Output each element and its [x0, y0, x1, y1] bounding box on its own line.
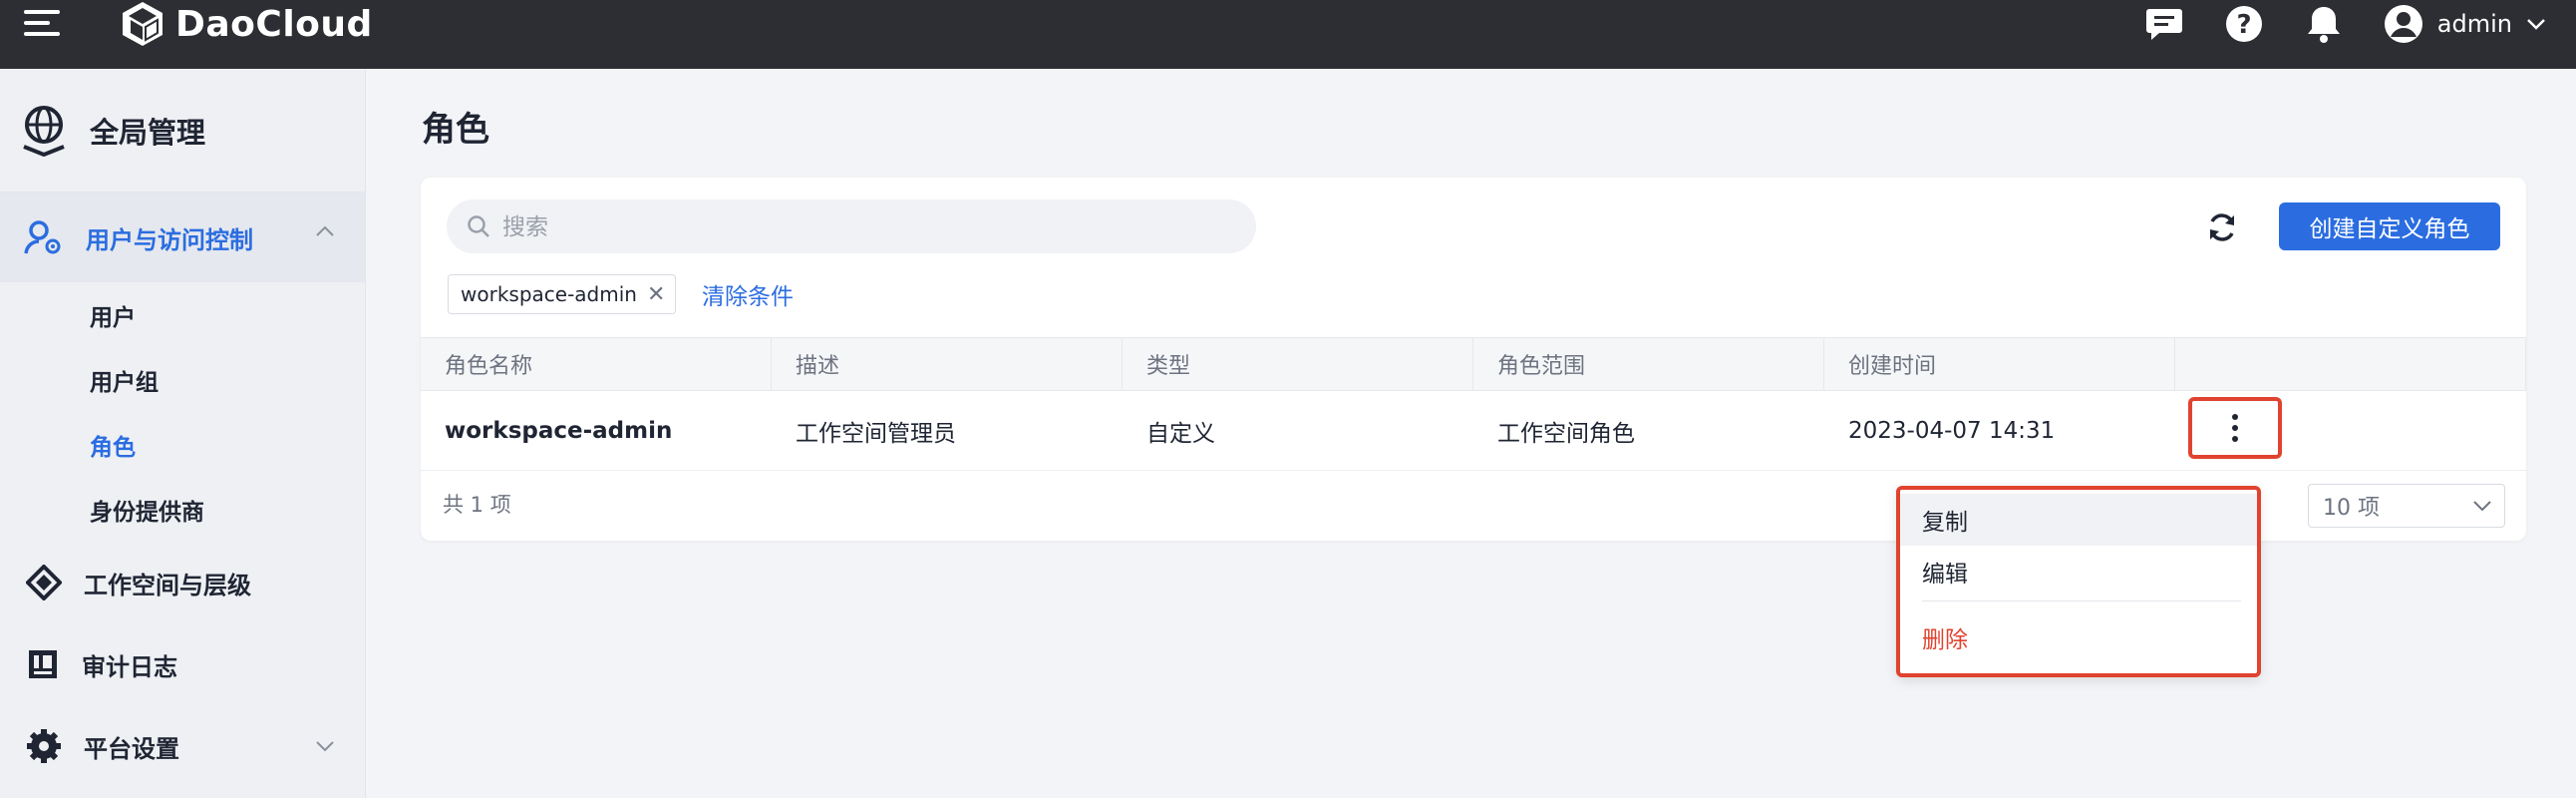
menu-item-copy[interactable]: 复制	[1900, 494, 2257, 546]
column-header-created-time[interactable]: 创建时间	[1824, 338, 2175, 390]
top-navigation-bar: DaoCloud ? admin	[0, 0, 2576, 69]
user-access-icon	[24, 220, 61, 254]
globe-icon	[23, 105, 65, 157]
sidebar-item-identity-providers[interactable]: 身份提供商	[0, 477, 365, 542]
help-icon[interactable]: ?	[2224, 4, 2264, 44]
cell-created-time: 2023-04-07 14:31	[1848, 418, 2056, 444]
menu-item-delete[interactable]: 删除	[1900, 611, 2257, 663]
sidebar-title: 全局管理	[90, 115, 206, 150]
cell-role-name[interactable]: workspace-admin	[421, 391, 672, 471]
sidebar-item-workspace[interactable]: 工作空间与层级	[0, 542, 365, 623]
search-box[interactable]	[447, 200, 1256, 253]
svg-text:?: ?	[2236, 10, 2251, 40]
chevron-down-icon	[316, 741, 334, 752]
row-actions-button[interactable]	[2188, 397, 2282, 459]
page-size-value: 10 项	[2323, 496, 2380, 521]
refresh-button[interactable]	[2202, 207, 2242, 247]
bell-icon[interactable]	[2304, 4, 2344, 44]
column-header-actions	[2175, 338, 2526, 390]
page-title: 角色	[422, 110, 489, 150]
page-size-select[interactable]: 10 项	[2308, 484, 2505, 528]
brand-logo[interactable]: DaoCloud	[120, 0, 373, 48]
sidebar-group-user-access[interactable]: 用户与访问控制	[0, 193, 365, 282]
sidebar-item-label: 审计日志	[82, 652, 177, 681]
sidebar-group-label: 用户与访问控制	[86, 225, 253, 254]
menu-icon[interactable]	[24, 10, 60, 40]
sidebar-item-users[interactable]: 用户	[0, 282, 365, 347]
user-menu[interactable]: admin	[2384, 4, 2546, 44]
audit-log-icon	[29, 650, 57, 678]
clear-filters-link[interactable]: 清除条件	[702, 277, 794, 311]
filter-chip: workspace-admin ✕	[448, 274, 677, 314]
daocloud-logo-icon	[123, 2, 162, 46]
user-name: admin	[2436, 10, 2512, 38]
sidebar-header: 全局管理	[0, 69, 365, 193]
chevron-down-icon	[2527, 19, 2545, 30]
menu-item-edit[interactable]: 编辑	[1900, 546, 2257, 598]
cell-scope: 工作空间角色	[1497, 421, 1635, 447]
sidebar-item-platform-settings[interactable]: 平台设置	[0, 705, 365, 787]
workspace-icon	[26, 565, 62, 600]
cell-description: 工作空间管理员	[796, 421, 956, 447]
column-header-scope[interactable]: 角色范围	[1473, 338, 1824, 390]
search-input[interactable]	[502, 212, 1200, 240]
create-custom-role-button[interactable]: 创建自定义角色	[2279, 202, 2500, 250]
more-vertical-icon	[2232, 414, 2238, 442]
sidebar-item-roles[interactable]: 角色	[0, 412, 365, 477]
column-header-type[interactable]: 类型	[1123, 338, 1473, 390]
sidebar-item-label: 平台设置	[84, 734, 179, 763]
column-header-description[interactable]: 描述	[772, 338, 1123, 390]
search-icon	[468, 215, 489, 237]
table-header: 角色名称 描述 类型 角色范围 创建时间	[421, 337, 2526, 391]
total-count: 共 1 项	[443, 493, 511, 517]
user-avatar-icon	[2384, 5, 2422, 43]
topbar-actions: ? admin	[2144, 0, 2576, 48]
sidebar: 全局管理 用户与访问控制 用户 用户组 角色 身份提供商 工作空间与层级 审计日…	[0, 69, 366, 798]
settings-gear-icon	[27, 729, 61, 763]
chat-icon[interactable]	[2144, 4, 2184, 44]
refresh-icon	[2210, 213, 2234, 241]
chevron-up-icon	[316, 225, 334, 236]
sidebar-item-user-groups[interactable]: 用户组	[0, 347, 365, 412]
filter-chip-label: workspace-admin	[461, 282, 637, 306]
menu-divider	[1922, 600, 2241, 601]
sidebar-item-audit-log[interactable]: 审计日志	[0, 623, 365, 705]
column-header-role-name[interactable]: 角色名称	[421, 338, 772, 390]
close-icon[interactable]: ✕	[647, 282, 665, 307]
brand-name: DaoCloud	[175, 3, 373, 45]
chevron-down-icon	[2473, 501, 2491, 512]
cell-type: 自定义	[1146, 421, 1215, 447]
sidebar-item-label: 工作空间与层级	[84, 571, 251, 599]
row-actions-menu: 复制 编辑 删除	[1896, 486, 2261, 677]
